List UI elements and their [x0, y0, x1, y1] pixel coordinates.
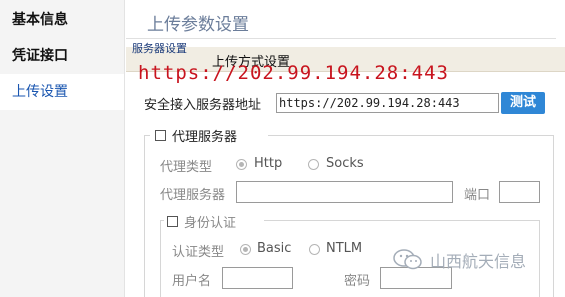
proxy-server-input[interactable]	[236, 181, 453, 203]
server-address-label: 安全接入服务器地址	[144, 98, 262, 113]
identity-auth-checkbox[interactable]	[167, 216, 178, 227]
server-address-input[interactable]: https://202.99.194.28:443	[276, 93, 499, 113]
proxy-server-checkbox[interactable]	[155, 130, 166, 141]
sidebar-item-basic-info[interactable]: 基本信息	[0, 2, 124, 38]
auth-type-basic-radio[interactable]	[240, 244, 251, 255]
proxy-type-http-radio[interactable]	[236, 159, 247, 170]
page-title: 上传参数设置	[147, 15, 249, 35]
auth-type-label: 认证类型	[172, 245, 225, 260]
auth-type-ntlm-radio[interactable]	[309, 244, 320, 255]
proxy-type-socks-label: Socks	[326, 156, 364, 171]
proxy-type-label: 代理类型	[160, 160, 213, 175]
identity-auth-group-label: 身份认证	[184, 216, 237, 231]
auth-type-ntlm-label: NTLM	[326, 241, 363, 256]
annotation-url-overlay: https://202.99.194.28:443	[138, 62, 449, 84]
watermark-text: 山西航天信息	[430, 252, 527, 271]
wechat-logo-icon	[393, 249, 422, 270]
auth-type-basic-label: Basic	[257, 241, 292, 256]
proxy-type-http-label: Http	[254, 156, 283, 171]
sidebar-item-upload-settings[interactable]: 上传设置	[0, 74, 124, 110]
test-button[interactable]: 测试	[501, 92, 545, 114]
tab-server-settings[interactable]: 服务器设置	[132, 43, 206, 54]
proxy-server-group-label: 代理服务器	[172, 130, 238, 145]
proxy-server-label: 代理服务器	[160, 188, 226, 203]
username-input[interactable]	[222, 267, 293, 289]
proxy-port-input[interactable]	[499, 181, 540, 203]
sidebar: 基本信息 凭证接口 上传设置	[0, 0, 125, 297]
proxy-type-socks-radio[interactable]	[308, 159, 319, 170]
sidebar-item-credential-interface[interactable]: 凭证接口	[0, 38, 124, 74]
username-label: 用户名	[172, 274, 212, 289]
header-divider	[126, 38, 556, 39]
password-label: 密码	[344, 274, 371, 289]
proxy-port-label: 端口	[464, 188, 491, 203]
